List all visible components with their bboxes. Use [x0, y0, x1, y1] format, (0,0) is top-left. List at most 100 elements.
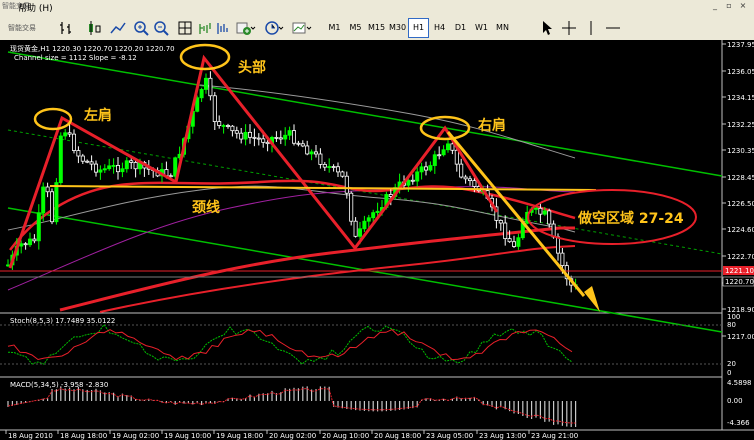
time-tick: 23 Aug 13:00 — [479, 432, 526, 440]
candle-body — [85, 160, 90, 163]
candle-body — [406, 179, 411, 186]
periods-icon[interactable] — [262, 18, 286, 38]
time-tick: 20 Aug 18:00 — [374, 432, 421, 440]
price-tick: 1228.45 — [727, 174, 754, 182]
right-shoulder-label: 右肩 — [477, 117, 506, 134]
candlestick-icon[interactable] — [84, 18, 104, 38]
price-tick: 1237.95 — [727, 41, 754, 49]
candle-body — [133, 162, 138, 170]
candle-body — [94, 163, 99, 173]
candle-body — [67, 132, 72, 135]
timeframe-m1[interactable]: M1 — [324, 18, 345, 38]
candle-body — [353, 220, 358, 237]
candle-body — [432, 154, 437, 166]
candle-body — [512, 241, 517, 247]
candle-body — [441, 149, 446, 156]
timeframe-h1[interactable]: H1 — [408, 18, 429, 38]
time-tick: 18 Aug 2010 — [8, 432, 53, 440]
candle-body — [41, 186, 46, 214]
short-zone-label: 做空区域 27-24 — [577, 210, 684, 227]
candle-body — [542, 210, 547, 215]
crosshair-icon[interactable] — [560, 18, 578, 38]
candle-body — [331, 166, 336, 168]
candle-body — [327, 166, 332, 168]
candle-body — [107, 165, 112, 170]
vertical-line-icon[interactable] — [582, 18, 600, 38]
bar-chart-icon[interactable] — [56, 18, 76, 38]
timeframe-d1[interactable]: D1 — [450, 18, 471, 38]
minimize-button[interactable]: _ — [710, 1, 720, 11]
candle-body — [428, 165, 433, 171]
smart-trade-button[interactable]: 智能交易 — [0, 18, 44, 38]
macd-tick: -4.366 — [727, 419, 750, 427]
timeframe-h4[interactable]: H4 — [429, 18, 450, 38]
candle-body — [27, 238, 32, 246]
timeframe-m30[interactable]: M30 — [387, 18, 408, 38]
left-shoulder-label: 左肩 — [83, 107, 112, 124]
menu-bar: 智能交易 帮助 (H) _ ▫ × — [0, 0, 754, 14]
candle-body — [230, 125, 235, 132]
channel-info: Channel size = 1112 Slope = -8.12 — [14, 54, 137, 62]
price-tick: 1224.60 — [727, 226, 754, 234]
candle-body — [102, 168, 107, 171]
zoom-out-icon[interactable] — [152, 18, 170, 38]
candle-body — [498, 220, 503, 224]
close-button[interactable]: × — [738, 1, 748, 11]
candle-body — [50, 191, 55, 223]
candle-body — [322, 163, 327, 168]
price-chart[interactable]: 左肩 头部 右肩 颈线 做空区域 27-24 现货黄金,H1 1220.30 1… — [0, 40, 754, 440]
candle-body — [454, 149, 459, 165]
menu-help[interactable]: 帮助 (H) — [18, 1, 53, 14]
time-tick: 18 Aug 18:00 — [60, 432, 107, 440]
zoom-in-icon[interactable] — [132, 18, 150, 38]
candle-body — [340, 171, 345, 177]
head-label: 头部 — [238, 59, 266, 76]
neckline-label: 颈线 — [191, 199, 220, 216]
indicators-icon[interactable] — [234, 18, 258, 38]
candle-body — [472, 180, 477, 187]
candle-body — [111, 165, 116, 167]
price-tick: 1234.15 — [727, 94, 754, 102]
horizontal-line-icon[interactable] — [604, 18, 622, 38]
candle-body — [212, 95, 217, 122]
price-tick: 1232.25 — [727, 121, 754, 129]
candle-body — [349, 192, 354, 222]
time-tick: 19 Aug 10:00 — [164, 432, 211, 440]
time-tick: 19 Aug 02:00 — [112, 432, 159, 440]
stoch-label: Stoch(8,5,3) 17.7489 35.0122 — [10, 317, 115, 325]
candle-body — [116, 165, 121, 173]
candle-body — [63, 132, 68, 137]
timeframe-w1[interactable]: W1 — [471, 18, 492, 38]
candle-body — [516, 237, 521, 247]
candle-body — [203, 77, 208, 90]
candle-body — [560, 252, 565, 267]
candle-body — [168, 175, 173, 178]
time-tick: 19 Aug 18:00 — [216, 432, 263, 440]
timeframe-mn[interactable]: MN — [492, 18, 513, 38]
cursor-icon[interactable] — [538, 18, 556, 38]
templates-icon[interactable] — [290, 18, 314, 38]
candle-body — [217, 121, 222, 126]
candle-body — [76, 150, 81, 157]
stoch-tick: 100 — [727, 313, 740, 321]
candle-body — [225, 125, 230, 127]
red-price-tag: 1221.10 — [725, 267, 754, 275]
candle-body — [278, 137, 283, 140]
candle-body — [344, 175, 349, 194]
grid-icon[interactable] — [176, 18, 194, 38]
chart-shift-icon[interactable] — [214, 18, 232, 38]
timeframe-m15[interactable]: M15 — [366, 18, 387, 38]
candle-body — [23, 243, 28, 246]
candle-body — [80, 155, 85, 162]
restore-button[interactable]: ▫ — [724, 1, 734, 11]
timeframe-m5[interactable]: M5 — [345, 18, 366, 38]
chart-toolbar: 智能交易 M1 M5 M15 M30 H1 H4 D1 W1 MN — [0, 14, 754, 41]
stoch-tick: 80 — [727, 321, 736, 329]
line-chart-icon[interactable] — [108, 18, 128, 38]
autoscroll-icon[interactable] — [196, 18, 214, 38]
candle-body — [445, 143, 450, 151]
candle-body — [551, 223, 556, 238]
time-tick: 20 Aug 02:00 — [269, 432, 316, 440]
chart-canvas[interactable]: 左肩 头部 右肩 颈线 做空区域 27-24 现货黄金,H1 1220.30 1… — [0, 40, 754, 440]
candle-body — [459, 163, 464, 178]
